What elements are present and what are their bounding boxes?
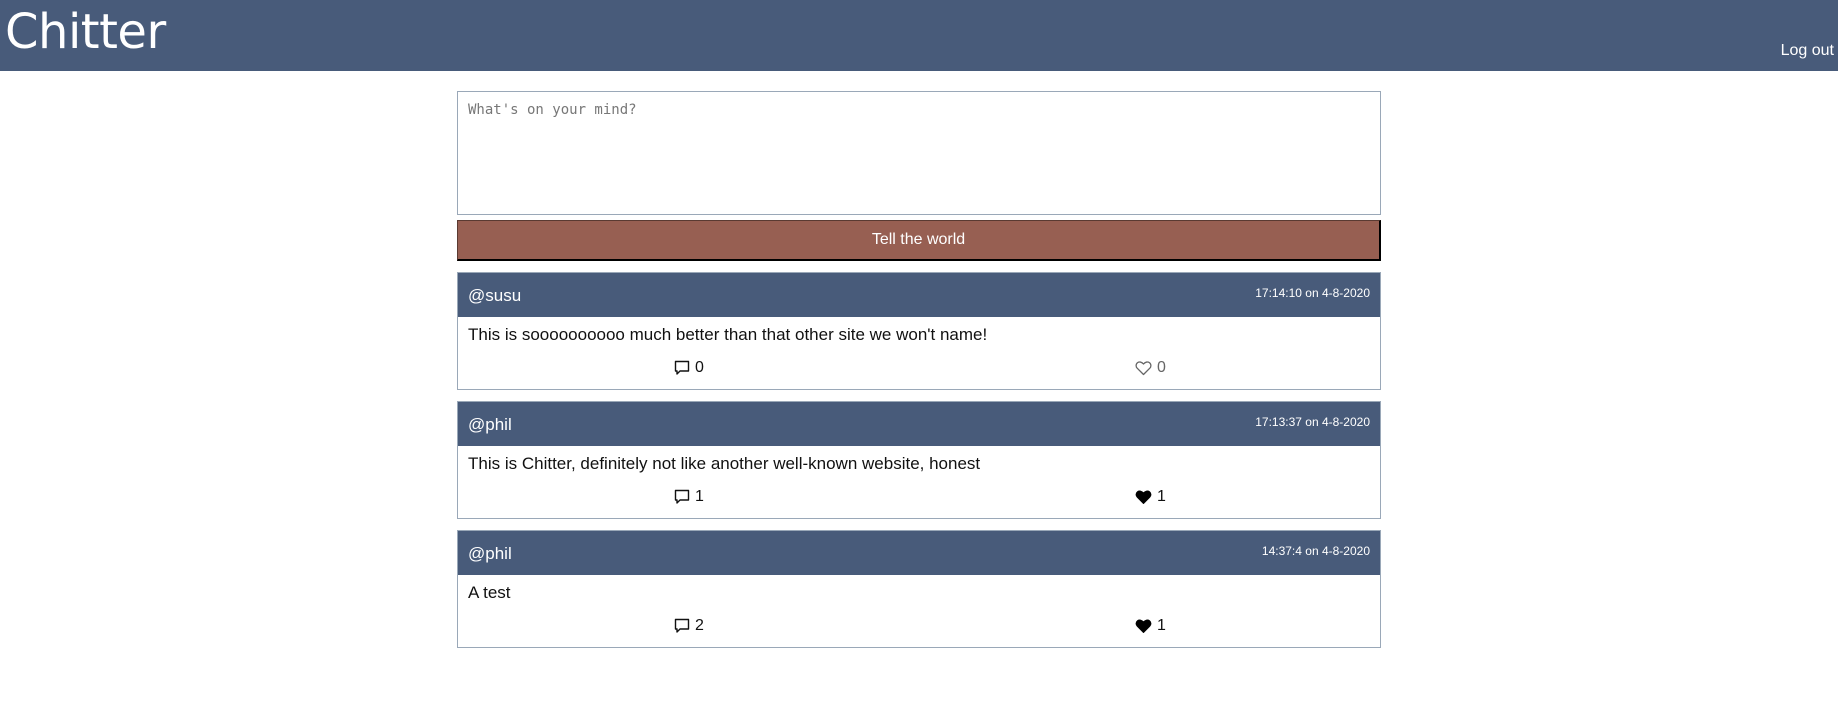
comments-button[interactable]: 1 [674,488,704,506]
logout-link[interactable]: Log out [1781,42,1834,60]
comments-button[interactable]: 0 [674,359,704,377]
peep-body: This is soooooooooo much better than tha… [468,325,988,344]
like-button[interactable]: 1 [1135,617,1166,635]
like-button[interactable]: 1 [1135,488,1166,506]
tell-the-world-button[interactable]: Tell the world [457,220,1381,261]
peep-input[interactable] [457,91,1381,215]
comments-button[interactable]: 2 [674,617,704,635]
like-count: 1 [1157,617,1166,634]
peep-card: @susu 17:14:10 on 4-8-2020 This is soooo… [457,272,1381,390]
peep-timestamp: 17:14:10 on 4-8-2020 [1255,286,1370,300]
peep-header: @phil 17:13:37 on 4-8-2020 [458,402,1380,446]
peep-username[interactable]: @phil [468,544,512,564]
peep-timestamp: 14:37:4 on 4-8-2020 [1261,544,1370,558]
like-count: 1 [1157,488,1166,505]
speech-bubble-icon [674,618,690,633]
peep-feed: @susu 17:14:10 on 4-8-2020 This is soooo… [457,272,1381,648]
heart-filled-icon [1135,619,1152,633]
like-count: 0 [1157,359,1166,376]
comment-count: 1 [695,488,704,505]
speech-bubble-icon [674,489,690,504]
heart-filled-icon [1135,490,1152,504]
peep-timestamp: 17:13:37 on 4-8-2020 [1255,415,1370,429]
peep-body: A test [468,583,511,602]
peep-header: @phil 14:37:4 on 4-8-2020 [458,531,1380,575]
comment-count: 2 [695,617,704,634]
peep-username[interactable]: @phil [468,415,512,435]
speech-bubble-icon [674,360,690,375]
peep-body: This is Chitter, definitely not like ano… [468,454,981,473]
comment-count: 0 [695,359,704,376]
like-button[interactable]: 0 [1135,359,1166,377]
peep-username[interactable]: @susu [468,286,521,306]
heart-outline-icon [1135,361,1152,376]
peep-card: @phil 14:37:4 on 4-8-2020 A test 2 1 [457,530,1381,648]
peep-header: @susu 17:14:10 on 4-8-2020 [458,273,1380,317]
main-column: Tell the world @susu 17:14:10 on 4-8-202… [457,91,1381,659]
top-bar: Chitter Log out [0,0,1838,71]
peep-card: @phil 17:13:37 on 4-8-2020 This is Chitt… [457,401,1381,519]
app-title: Chitter [5,4,166,60]
